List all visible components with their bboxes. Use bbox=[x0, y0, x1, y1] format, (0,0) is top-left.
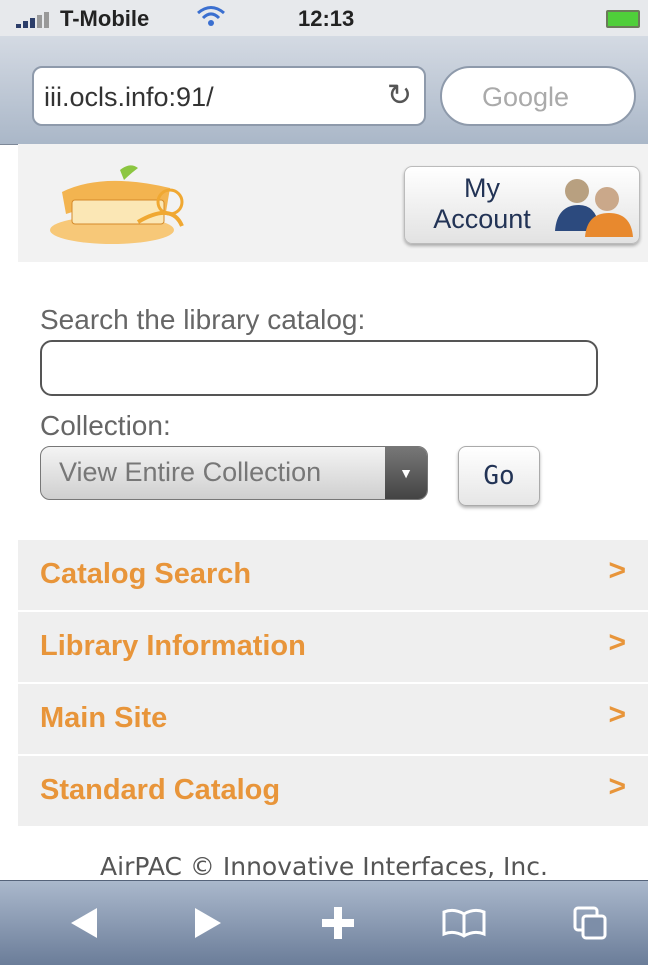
menu-item-catalog-search[interactable]: Catalog Search > bbox=[18, 540, 648, 612]
wifi-icon bbox=[196, 4, 226, 35]
collection-select[interactable]: View Entire Collection ▼ bbox=[40, 446, 428, 500]
chevron-right-icon: > bbox=[608, 698, 626, 731]
browser-url-bar: iii.ocls.info:91/ ↻ Google bbox=[0, 36, 648, 145]
chevron-down-icon: ▼ bbox=[385, 447, 427, 499]
menu-item-label: Standard Catalog bbox=[40, 774, 281, 806]
bookmarks-icon[interactable] bbox=[424, 881, 504, 965]
site-header: My Account bbox=[18, 144, 648, 262]
menu-item-library-information[interactable]: Library Information > bbox=[18, 612, 648, 684]
status-bar: T-Mobile 12:13 bbox=[0, 0, 648, 36]
chevron-right-icon: > bbox=[608, 770, 626, 803]
back-icon[interactable] bbox=[44, 881, 124, 965]
forward-icon[interactable] bbox=[168, 881, 248, 965]
go-button[interactable]: Go bbox=[458, 446, 540, 506]
carrier-name: T-Mobile bbox=[60, 6, 150, 31]
my-account-label: My Account bbox=[433, 173, 531, 234]
library-logo[interactable] bbox=[42, 162, 192, 250]
clock: 12:13 bbox=[298, 6, 355, 31]
search-placeholder: Google bbox=[482, 82, 570, 112]
browser-toolbar bbox=[0, 880, 648, 965]
menu-item-label: Library Information bbox=[40, 630, 306, 662]
catalog-search-input[interactable] bbox=[40, 340, 598, 396]
search-field[interactable]: Google bbox=[440, 66, 636, 126]
users-icon bbox=[555, 179, 633, 237]
menu-item-standard-catalog[interactable]: Standard Catalog > bbox=[18, 756, 648, 828]
url-text: iii.ocls.info:91/ bbox=[44, 82, 214, 112]
chevron-right-icon: > bbox=[608, 626, 626, 659]
search-label: Search the library catalog: bbox=[40, 304, 366, 335]
chevron-right-icon: > bbox=[608, 554, 626, 587]
collection-selected-value: View Entire Collection bbox=[59, 457, 322, 487]
collection-label: Collection: bbox=[40, 410, 171, 441]
my-account-button[interactable]: My Account bbox=[404, 166, 640, 244]
menu-item-label: Catalog Search bbox=[40, 558, 252, 590]
reload-icon[interactable]: ↻ bbox=[387, 78, 412, 113]
address-field[interactable]: iii.ocls.info:91/ ↻ bbox=[32, 66, 426, 126]
nav-menu: Catalog Search > Library Information > M… bbox=[18, 540, 648, 828]
menu-item-main-site[interactable]: Main Site > bbox=[18, 684, 648, 756]
signal-strength-icon bbox=[16, 12, 56, 28]
menu-item-label: Main Site bbox=[40, 702, 168, 734]
footer-copyright: AirPAC © Innovative Interfaces, Inc. bbox=[100, 852, 548, 881]
battery-icon bbox=[606, 10, 640, 28]
add-bookmark-icon[interactable] bbox=[298, 881, 378, 965]
pages-icon[interactable] bbox=[550, 881, 630, 965]
